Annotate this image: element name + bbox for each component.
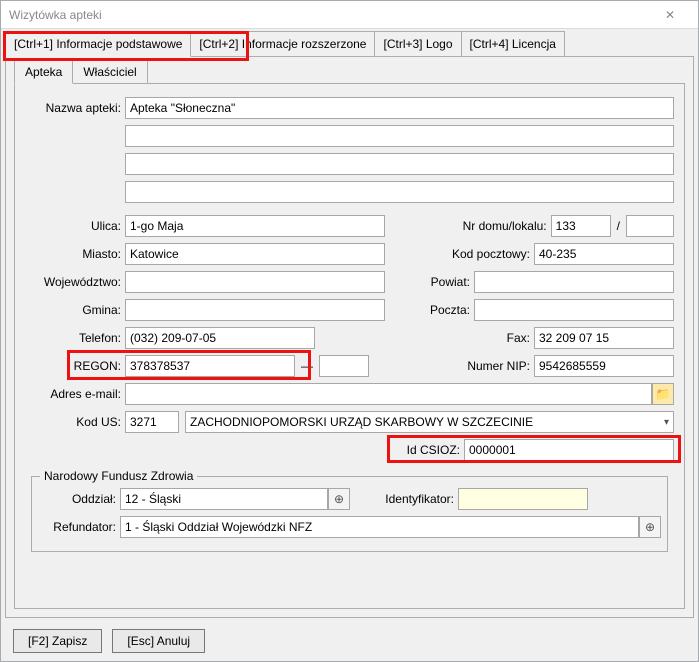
- city-input[interactable]: [125, 243, 385, 265]
- label-postcode: Kod pocztowy:: [414, 247, 534, 261]
- chevron-down-icon: ▾: [660, 417, 669, 428]
- tab-logo[interactable]: [Ctrl+3] Logo: [374, 31, 461, 56]
- label-fax: Fax:: [414, 331, 534, 345]
- cancel-button[interactable]: [Esc] Anuluj: [112, 629, 205, 653]
- main-tabs: [Ctrl+1] Informacje podstawowe [Ctrl+2] …: [1, 29, 698, 56]
- branch-value: 12 - Śląski: [125, 492, 323, 506]
- branch-add-button[interactable]: ⊕: [328, 488, 350, 510]
- house-no-input[interactable]: [551, 215, 611, 237]
- label-identifier: Identyfikator:: [368, 492, 458, 506]
- postcode-input[interactable]: [534, 243, 674, 265]
- pharmacy-name-input-4[interactable]: [125, 181, 674, 203]
- csioz-input[interactable]: [464, 439, 674, 461]
- label-house-no: Nr domu/lokalu:: [431, 219, 551, 233]
- label-county: Powiat:: [414, 275, 474, 289]
- dash-icon: —: [295, 359, 319, 373]
- plus-icon: ⊕: [334, 492, 344, 506]
- email-button[interactable]: 📁: [652, 383, 674, 405]
- label-name: Nazwa apteki:: [25, 101, 125, 115]
- label-province: Województwo:: [25, 275, 125, 289]
- regon-input[interactable]: [125, 355, 295, 377]
- save-button[interactable]: [F2] Zapisz: [13, 629, 102, 653]
- tab-license[interactable]: [Ctrl+4] Licencja: [461, 31, 565, 56]
- label-post: Poczta:: [414, 303, 474, 317]
- label-csioz: Id CSIOZ:: [394, 443, 464, 457]
- refund-field[interactable]: 1 - Śląski Oddział Wojewódzki NFZ: [120, 516, 639, 538]
- post-input[interactable]: [474, 299, 674, 321]
- refund-add-button[interactable]: ⊕: [639, 516, 661, 538]
- footer: [F2] Zapisz [Esc] Anuluj: [1, 621, 698, 661]
- county-input[interactable]: [474, 271, 674, 293]
- label-email: Adres e-mail:: [25, 387, 125, 401]
- regon-suffix-input[interactable]: [319, 355, 369, 377]
- refund-value: 1 - Śląski Oddział Wojewódzki NFZ: [125, 520, 634, 534]
- form-pane: Nazwa apteki: Ulica: Nr domu/lokalu: /: [14, 83, 685, 609]
- nfz-group-title: Narodowy Fundusz Zdrowia: [40, 469, 197, 483]
- tab-extended-info[interactable]: [Ctrl+2] Informacje rozszerzone: [190, 31, 375, 56]
- label-regon: REGON:: [25, 359, 125, 373]
- label-commune: Gmina:: [25, 303, 125, 317]
- branch-field[interactable]: 12 - Śląski: [120, 488, 328, 510]
- apt-no-input[interactable]: [626, 215, 674, 237]
- nfz-group: Narodowy Fundusz Zdrowia Oddział: 12 - Ś…: [31, 476, 668, 552]
- province-input[interactable]: [125, 271, 385, 293]
- close-icon: ✕: [665, 8, 675, 22]
- window-title: Wizytówka apteki: [9, 8, 650, 22]
- label-city: Miasto:: [25, 247, 125, 261]
- titlebar: Wizytówka apteki ✕: [1, 1, 698, 29]
- pharmacy-name-input[interactable]: [125, 97, 674, 119]
- label-street: Ulica:: [25, 219, 125, 233]
- label-tax-office-code: Kod US:: [25, 415, 125, 429]
- plus-icon: ⊕: [645, 520, 655, 534]
- tab-pane: Apteka Właściciel Nazwa apteki: Ulica:: [5, 56, 694, 618]
- sub-tabs: Apteka Właściciel: [6, 56, 693, 83]
- label-phone: Telefon:: [25, 331, 125, 345]
- email-input[interactable]: [125, 383, 652, 405]
- tax-office-code-input[interactable]: [125, 411, 179, 433]
- tab-basic-info[interactable]: [Ctrl+1] Informacje podstawowe: [5, 31, 191, 57]
- identifier-input[interactable]: [458, 488, 588, 510]
- slash-icon: /: [611, 219, 626, 233]
- folder-icon: 📁: [656, 387, 671, 401]
- close-button[interactable]: ✕: [650, 1, 690, 28]
- tax-office-selected: ZACHODNIOPOMORSKI URZĄD SKARBOWY W SZCZE…: [190, 415, 533, 429]
- subtab-pharmacy[interactable]: Apteka: [14, 60, 73, 84]
- fax-input[interactable]: [534, 327, 674, 349]
- pharmacy-card-window: Wizytówka apteki ✕ [Ctrl+1] Informacje p…: [0, 0, 699, 662]
- form: Nazwa apteki: Ulica: Nr domu/lokalu: /: [15, 84, 684, 562]
- tax-office-select[interactable]: ZACHODNIOPOMORSKI URZĄD SKARBOWY W SZCZE…: [185, 411, 674, 433]
- pharmacy-name-input-2[interactable]: [125, 125, 674, 147]
- nip-input[interactable]: [534, 355, 674, 377]
- label-branch: Oddział:: [38, 492, 120, 506]
- label-refund: Refundator:: [38, 520, 120, 534]
- subtab-owner[interactable]: Właściciel: [72, 60, 147, 83]
- pharmacy-name-input-3[interactable]: [125, 153, 674, 175]
- label-nip: Numer NIP:: [414, 359, 534, 373]
- phone-input[interactable]: [125, 327, 315, 349]
- commune-input[interactable]: [125, 299, 385, 321]
- street-input[interactable]: [125, 215, 385, 237]
